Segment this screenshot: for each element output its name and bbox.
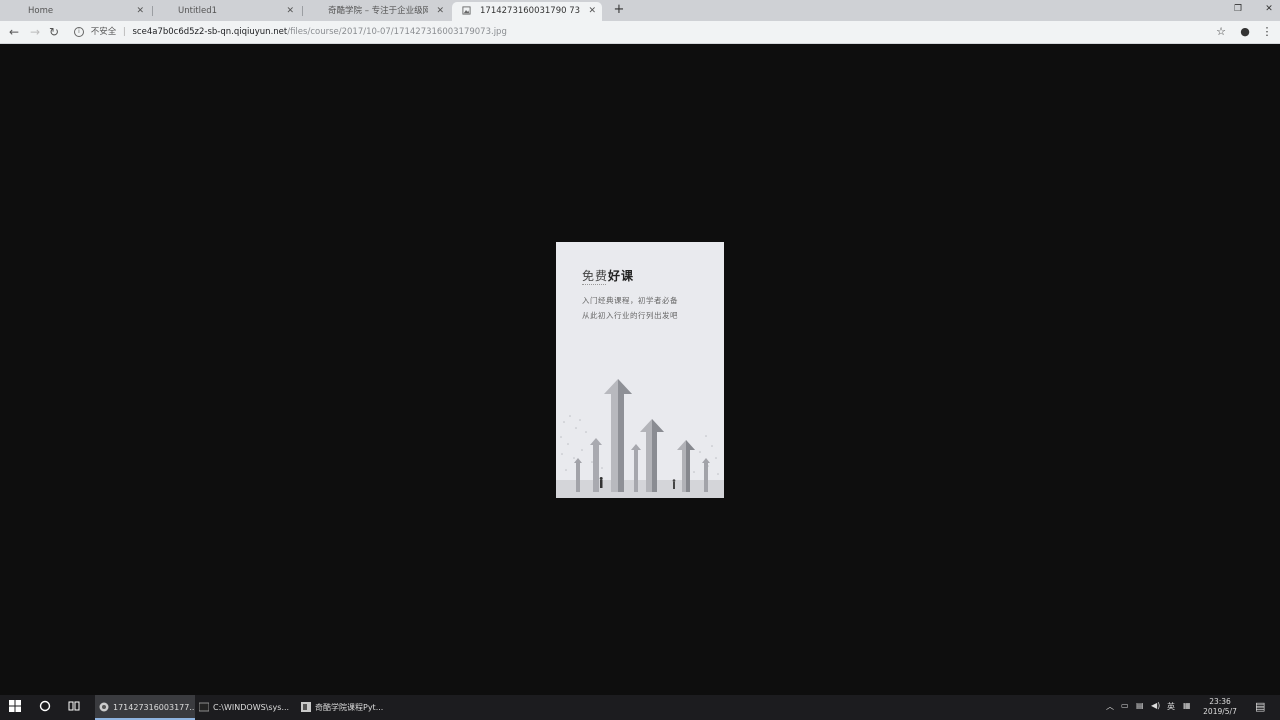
tab-title: Home: [28, 6, 54, 16]
poster-subtitle-line2: 从此初入行业的行列出发吧: [582, 311, 678, 320]
taskbar-app-label: 奇酷学院课程Pyt...: [315, 703, 384, 712]
poster-title: 免费好课: [582, 267, 634, 284]
close-icon[interactable]: ✕: [588, 2, 596, 20]
url-host: sce4a7b0c6d5z2-sb-qn.qiqiuyun.net: [132, 27, 288, 37]
browser-toolbar: ← → ↻ i 不安全 | sce4a7b0c6d5z2-sb-qn.qiqiu…: [0, 21, 1280, 44]
system-clock[interactable]: 23:36 2019/5/7: [1200, 697, 1240, 717]
back-arrow-icon[interactable]: ←: [6, 24, 22, 40]
clock-date: 2019/5/7: [1203, 707, 1237, 716]
taskbar-app-label: 171427316003177...: [113, 703, 195, 712]
taskbar-app-cmd[interactable]: C:\WINDOWS\sys...: [195, 695, 295, 720]
address-bar[interactable]: i 不安全 | sce4a7b0c6d5z2-sb-qn.qiqiuyun.ne…: [68, 24, 1218, 40]
poster-subtitle-line1: 入门经典课程，初学者必备: [582, 296, 678, 305]
windows-taskbar: 171427316003177... C:\WINDOWS\sys... 奇酷学…: [0, 695, 1280, 720]
task-view-icon[interactable]: [66, 700, 82, 716]
taskbar-app-chrome[interactable]: 171427316003177...: [95, 695, 195, 720]
image-file-icon: [462, 6, 471, 15]
network-icon[interactable]: ▤: [1136, 701, 1144, 710]
rising-arrows-illustration: [556, 379, 724, 498]
close-icon[interactable]: ✕: [286, 2, 294, 20]
browser-tabstrip: Home ✕ Untitled1 ✕ 奇酷学院 – 专注于企业级网络 ✕ 171…: [0, 0, 1280, 21]
reload-icon[interactable]: ↻: [46, 24, 62, 40]
taskbar-app-powerpoint[interactable]: 奇酷学院课程Pyt...: [297, 695, 397, 720]
tab-home[interactable]: Home ✕: [0, 2, 150, 21]
tab-qiku[interactable]: 奇酷学院 – 专注于企业级网络 ✕: [300, 2, 450, 21]
poster-title-light: 免费: [582, 269, 609, 283]
close-icon[interactable]: ✕: [136, 2, 144, 20]
security-status[interactable]: 不安全: [91, 27, 117, 37]
taskbar-app-label: C:\WINDOWS\sys...: [213, 703, 290, 712]
new-tab-button[interactable]: +: [612, 2, 626, 18]
tab-title: 奇酷学院 – 专注于企业级网络: [328, 6, 428, 16]
bookmark-star-icon[interactable]: ☆: [1214, 24, 1228, 40]
close-window-icon[interactable]: ✕: [1262, 2, 1276, 16]
tab-image[interactable]: 1714273160031790 73.jpg (2 ✕: [452, 2, 602, 21]
windows-start-icon[interactable]: [7, 700, 23, 716]
address-separator: |: [122, 27, 126, 37]
tab-untitled[interactable]: Untitled1 ✕: [150, 2, 300, 21]
volume-icon[interactable]: ◀): [1151, 701, 1160, 710]
presentation-icon: [301, 702, 311, 712]
menu-kebab-icon[interactable]: ⋮: [1260, 24, 1274, 40]
battery-icon[interactable]: ▭: [1121, 701, 1129, 710]
keyboard-icon[interactable]: ▦: [1183, 701, 1191, 710]
url-path: /files/course/2017/10-07/171427316003179…: [287, 27, 507, 37]
chrome-icon: [99, 702, 109, 712]
clock-time: 23:36: [1209, 697, 1231, 706]
chevron-up-icon[interactable]: ︿: [1106, 701, 1114, 712]
poster-title-bold: 好课: [608, 269, 635, 283]
tab-title: 1714273160031790 73.jpg (2: [480, 6, 580, 16]
cortana-search-icon[interactable]: [37, 700, 53, 716]
terminal-icon: [199, 702, 209, 712]
profile-icon[interactable]: ●: [1238, 24, 1252, 40]
tab-title: Untitled1: [178, 6, 218, 16]
ime-indicator[interactable]: 英: [1167, 701, 1175, 712]
info-icon[interactable]: i: [74, 26, 84, 37]
restore-window-icon[interactable]: ❐: [1231, 2, 1245, 16]
forward-arrow-icon[interactable]: →: [27, 24, 43, 40]
close-icon[interactable]: ✕: [436, 2, 444, 20]
displayed-image: 免费好课 入门经典课程，初学者必备 从此初入行业的行列出发吧: [556, 242, 724, 498]
notifications-icon[interactable]: ▤: [1255, 700, 1265, 713]
poster-divider: [582, 284, 606, 285]
